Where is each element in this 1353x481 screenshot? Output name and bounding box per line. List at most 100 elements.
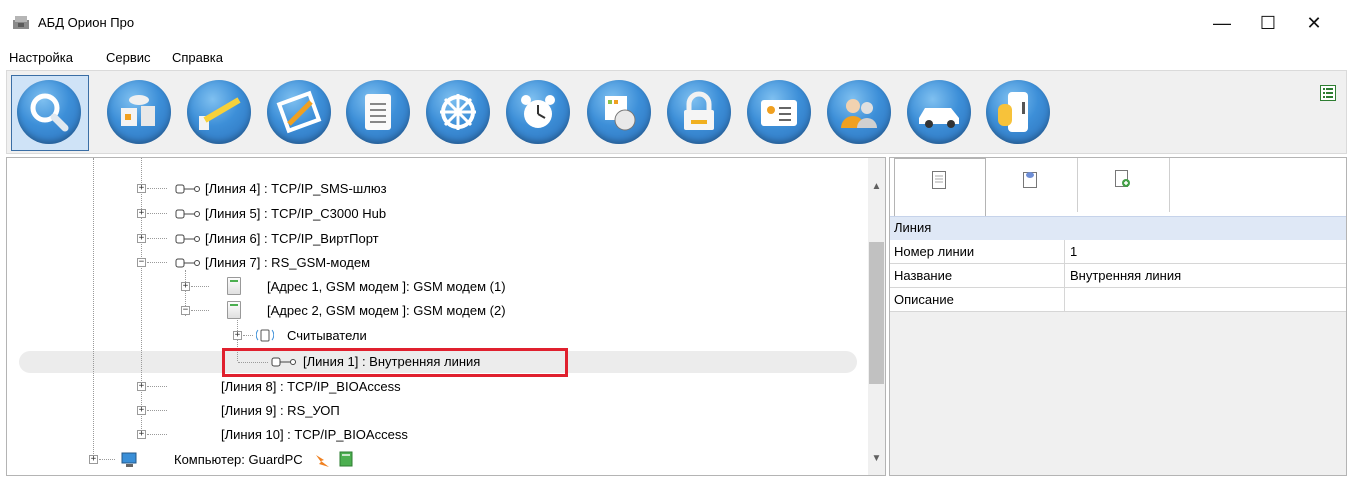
expand-icon[interactable]: + [89,455,98,464]
window-title: АБД Орион Про [38,15,135,30]
title-bar: АБД Орион Про — ☐ ✕ [0,0,1353,44]
expand-icon[interactable]: + [233,331,242,340]
users-icon[interactable] [827,80,891,144]
expand-icon[interactable]: + [181,282,190,291]
schedule-icon[interactable] [587,80,651,144]
tree-row[interactable]: + [Линия 4] : TCP/IP_SMS-шлюз [7,178,847,199]
tree-row-label: [Адрес 1, GSM модем ]: GSM модем (1) [267,279,506,294]
properties-panel: Линия Номер линии 1 Название Внутренняя … [889,157,1347,476]
tree-connector [147,386,167,388]
computer-icon [121,452,137,467]
property-value[interactable]: Внутренняя линия [1070,264,1181,287]
property-divider [1064,264,1065,288]
lock-icon[interactable] [667,80,731,144]
tree-connector [191,286,209,288]
app-icon [13,16,29,29]
close-button[interactable]: ✕ [1291,8,1337,38]
collapse-icon[interactable]: − [137,258,146,267]
tree-row[interactable]: + [Линия 6] : TCP/IP_ВиртПорт [7,228,847,249]
tree-row-label: [Линия 9] : RS_УОП [221,403,340,418]
tree-row[interactable]: + [Линия 5] : TCP/IP_C3000 Hub [7,203,847,224]
tree-scrollbar[interactable]: ▲ ▼ [868,158,885,475]
property-row[interactable]: Номер линии 1 [890,240,1346,264]
property-row[interactable]: Описание [890,288,1346,312]
menu-settings[interactable]: Настройка [9,50,73,65]
maximize-button[interactable]: ☐ [1245,8,1291,38]
property-divider [1064,240,1065,264]
expand-icon[interactable]: + [137,430,146,439]
devices-icon[interactable] [107,80,171,144]
line-icon [175,184,200,194]
menu-service[interactable]: Сервис [106,50,151,65]
tree-row[interactable]: + Компьютер: GuardPC [7,449,847,470]
expand-icon[interactable]: + [137,382,146,391]
line-icon [175,209,200,219]
menu-bar: Настройка Сервис Справка [0,44,1353,70]
tree-connector [147,213,167,215]
tree-row-label: [Адрес 2, GSM модем ]: GSM модем (2) [267,303,506,318]
floorplan-icon[interactable] [267,80,331,144]
line-icon [175,234,200,244]
document-icon[interactable] [346,80,410,144]
gsm-modem-icon [227,277,241,295]
tree-connector [147,410,167,412]
expand-icon[interactable]: + [137,406,146,415]
tree-row[interactable]: − [Адрес 2, GSM модем ]: GSM модем (2) [7,300,847,321]
minimize-button[interactable]: — [1199,8,1245,38]
tree-row[interactable]: − [Линия 7] : RS_GSM-модем [7,252,847,273]
scroll-up-icon[interactable]: ▲ [868,178,885,195]
tree-row-label: [Линия 5] : TCP/IP_C3000 Hub [205,206,387,221]
property-name: Номер линии [894,244,975,259]
property-value[interactable]: 1 [1070,240,1077,263]
tree-connector [147,238,167,240]
wheel-icon[interactable] [426,80,490,144]
property-section-header: Линия [890,216,1346,240]
properties-tabs [890,158,1346,216]
tree-row-label: Компьютер: GuardPC [174,452,303,467]
tree-row-label: [Линия 10] : TCP/IP_BIOAccess [221,427,408,442]
expand-icon[interactable]: + [137,234,146,243]
tab-properties[interactable] [894,158,986,216]
document-icon [932,171,946,189]
tree-row[interactable]: + [Адрес 1, GSM модем ]: GSM модем (1) [7,276,847,297]
expand-icon[interactable]: + [137,184,146,193]
key-icon[interactable] [986,80,1050,144]
add-document-icon [1115,170,1130,187]
reader-icon [256,329,274,342]
scroll-down-icon[interactable]: ▼ [868,450,885,467]
tab-comments[interactable] [986,158,1078,212]
list-view-icon[interactable] [1320,85,1336,101]
tree-connector [147,434,167,436]
tree-connector [99,459,115,461]
toolbar [6,70,1347,154]
tree-row-label: Считыватели [287,328,367,343]
tree-row-label: [Линия 7] : RS_GSM-модем [205,255,371,270]
tree-row[interactable]: + [Линия 9] : RS_УОП [7,400,847,421]
tree-row-label: [Линия 6] : TCP/IP_ВиртПорт [205,231,379,246]
line-icon [175,258,200,268]
selection-highlight-box [222,348,568,377]
collapse-icon[interactable]: − [181,306,190,315]
tree-connector [147,188,167,190]
tree-row-label: [Линия 8] : TCP/IP_BIOAccess [221,379,401,394]
tree-connector [243,335,253,337]
tree-connector [147,262,167,264]
property-row[interactable]: Название Внутренняя линия [890,264,1346,288]
id-card-icon[interactable] [747,80,811,144]
tab-add[interactable] [1078,158,1170,212]
alarm-arrow-icon [316,455,329,467]
car-icon[interactable] [907,80,971,144]
search-icon[interactable] [17,80,81,144]
barrier-icon[interactable] [187,80,251,144]
scroll-thumb[interactable] [869,242,884,384]
tree-row[interactable]: + Считыватели [7,325,847,346]
expand-icon[interactable]: + [137,209,146,218]
property-name: Название [894,268,953,283]
tree-row[interactable]: + [Линия 10] : TCP/IP_BIOAccess [7,424,847,445]
tree-row[interactable]: + [Линия 8] : TCP/IP_BIOAccess [7,376,847,397]
menu-help[interactable]: Справка [172,50,223,65]
device-tree: + [Линия 4] : TCP/IP_SMS-шлюз + [Линия 5… [6,157,886,476]
tree-connector [191,310,209,312]
alarm-clock-icon[interactable] [506,80,570,144]
tree-content: + [Линия 4] : TCP/IP_SMS-шлюз + [Линия 5… [7,158,869,475]
